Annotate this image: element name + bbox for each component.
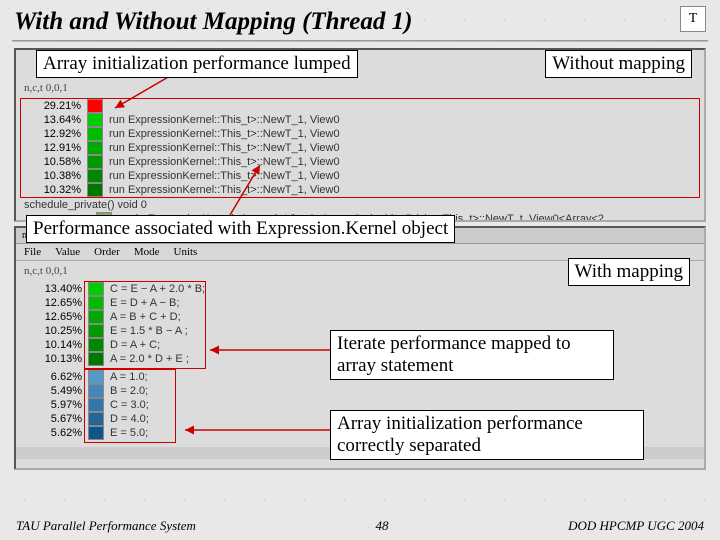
schedule-line: schedule_private() void 0 bbox=[24, 199, 147, 211]
menu-item[interactable]: Order bbox=[94, 246, 120, 258]
percent-cell: 10.38% bbox=[21, 170, 87, 182]
percent-cell: 5.67% bbox=[22, 413, 88, 425]
color-swatch bbox=[88, 282, 104, 296]
color-swatch bbox=[88, 324, 104, 338]
label-array-correct: Array initialization performance correct… bbox=[330, 410, 644, 460]
percent-cell: 12.92% bbox=[21, 128, 87, 140]
percent-cell: 10.32% bbox=[21, 184, 87, 196]
color-swatch bbox=[87, 113, 103, 127]
percent-cell: 10.58% bbox=[21, 156, 87, 168]
label-iterate: Iterate performance mapped to array stat… bbox=[330, 330, 614, 380]
percent-cell: 12.91% bbox=[21, 142, 87, 154]
function-name: A = 2.0 * D + E ; bbox=[110, 353, 189, 365]
color-swatch bbox=[88, 296, 104, 310]
table-row: 29.21% bbox=[21, 99, 699, 113]
percent-cell: 29.21% bbox=[21, 100, 87, 112]
table-row: 5.49% B = 2.0; bbox=[22, 384, 704, 398]
color-swatch bbox=[87, 99, 103, 113]
footer-page: 48 bbox=[376, 518, 389, 534]
color-swatch bbox=[88, 338, 104, 352]
footer-left: TAU Parallel Performance System bbox=[16, 518, 196, 534]
menu-item[interactable]: Mode bbox=[134, 246, 160, 258]
panel-header: n,c,t 0,0,1 bbox=[16, 78, 704, 98]
label-perf-assoc: Performance associated with Expression.K… bbox=[26, 215, 455, 243]
function-name: D = 4.0; bbox=[110, 413, 149, 425]
function-name: A = B + C + D; bbox=[110, 311, 181, 323]
function-name: D = A + C; bbox=[110, 339, 160, 351]
color-swatch bbox=[87, 155, 103, 169]
function-name: run ExpressionKernel::This_t>::NewT_1, V… bbox=[109, 156, 340, 168]
table-row: 13.64% run ExpressionKernel::This_t>::New… bbox=[21, 113, 699, 127]
title-rule bbox=[12, 40, 708, 42]
slide-footer: TAU Parallel Performance System 48 DOD H… bbox=[0, 518, 720, 534]
function-name: E = 1.5 * B − A ; bbox=[110, 325, 188, 337]
function-name: C = 3.0; bbox=[110, 399, 149, 411]
function-name: run ExpressionKernel::This_t>::NewT_1, V… bbox=[109, 170, 340, 182]
function-name: E = 5.0; bbox=[110, 427, 148, 439]
function-name: A = 1.0; bbox=[110, 371, 148, 383]
menu-item[interactable]: Value bbox=[55, 246, 80, 258]
color-swatch bbox=[88, 426, 104, 440]
percent-cell: 5.62% bbox=[22, 427, 88, 439]
function-name: run ExpressionKernel::This_t>::NewT_1, V… bbox=[109, 114, 340, 126]
color-swatch bbox=[88, 352, 104, 366]
color-swatch bbox=[88, 370, 104, 384]
table-row: 12.65% A = B + C + D; bbox=[22, 310, 704, 324]
color-swatch bbox=[88, 398, 104, 412]
table-row: 12.91% run ExpressionKernel::This_t>::New… bbox=[21, 141, 699, 155]
table-row: 10.38% run ExpressionKernel::This_t>::New… bbox=[21, 169, 699, 183]
label-with-mapping: With mapping bbox=[568, 258, 690, 286]
percent-cell: 10.25% bbox=[22, 325, 88, 337]
percent-cell: 5.49% bbox=[22, 385, 88, 397]
table-row: 12.65% E = D + A − B; bbox=[22, 296, 704, 310]
percent-cell: 13.40% bbox=[22, 283, 88, 295]
table-row: 10.58% run ExpressionKernel::This_t>::New… bbox=[21, 155, 699, 169]
percent-cell: 12.65% bbox=[22, 311, 88, 323]
function-name: run ExpressionKernel::This_t>::NewT_1, V… bbox=[109, 142, 340, 154]
function-name: C = E − A + 2.0 * B; bbox=[110, 283, 205, 295]
table-row: 12.92% run ExpressionKernel::This_t>::New… bbox=[21, 127, 699, 141]
color-swatch bbox=[88, 412, 104, 426]
footer-right: DOD HPCMP UGC 2004 bbox=[568, 518, 704, 534]
percent-cell: 5.97% bbox=[22, 399, 88, 411]
percent-cell: 10.14% bbox=[22, 339, 88, 351]
menu-item[interactable]: File bbox=[24, 246, 41, 258]
color-swatch bbox=[87, 141, 103, 155]
percent-cell: 6.62% bbox=[22, 371, 88, 383]
function-name: run ExpressionKernel::This_t>::NewT_1, V… bbox=[109, 184, 340, 196]
percent-cell: 10.13% bbox=[22, 353, 88, 365]
menu-item[interactable]: Units bbox=[174, 246, 198, 258]
logo-icon: T bbox=[680, 6, 706, 32]
color-swatch bbox=[87, 127, 103, 141]
color-swatch bbox=[87, 183, 103, 197]
table-row: 10.32% run ExpressionKernel::This_t>::New… bbox=[21, 183, 699, 197]
label-array-init: Array initialization performance lumped bbox=[36, 50, 358, 78]
color-swatch bbox=[88, 310, 104, 324]
function-name: B = 2.0; bbox=[110, 385, 148, 397]
color-swatch bbox=[87, 169, 103, 183]
function-name: run ExpressionKernel::This_t>::NewT_1, V… bbox=[109, 128, 340, 140]
label-without-mapping: Without mapping bbox=[545, 50, 692, 78]
percent-cell: 13.64% bbox=[21, 114, 87, 126]
function-name: E = D + A − B; bbox=[110, 297, 179, 309]
slide-title: With and Without Mapping (Thread 1) bbox=[0, 0, 720, 40]
color-swatch bbox=[88, 384, 104, 398]
percent-cell: 12.65% bbox=[22, 297, 88, 309]
